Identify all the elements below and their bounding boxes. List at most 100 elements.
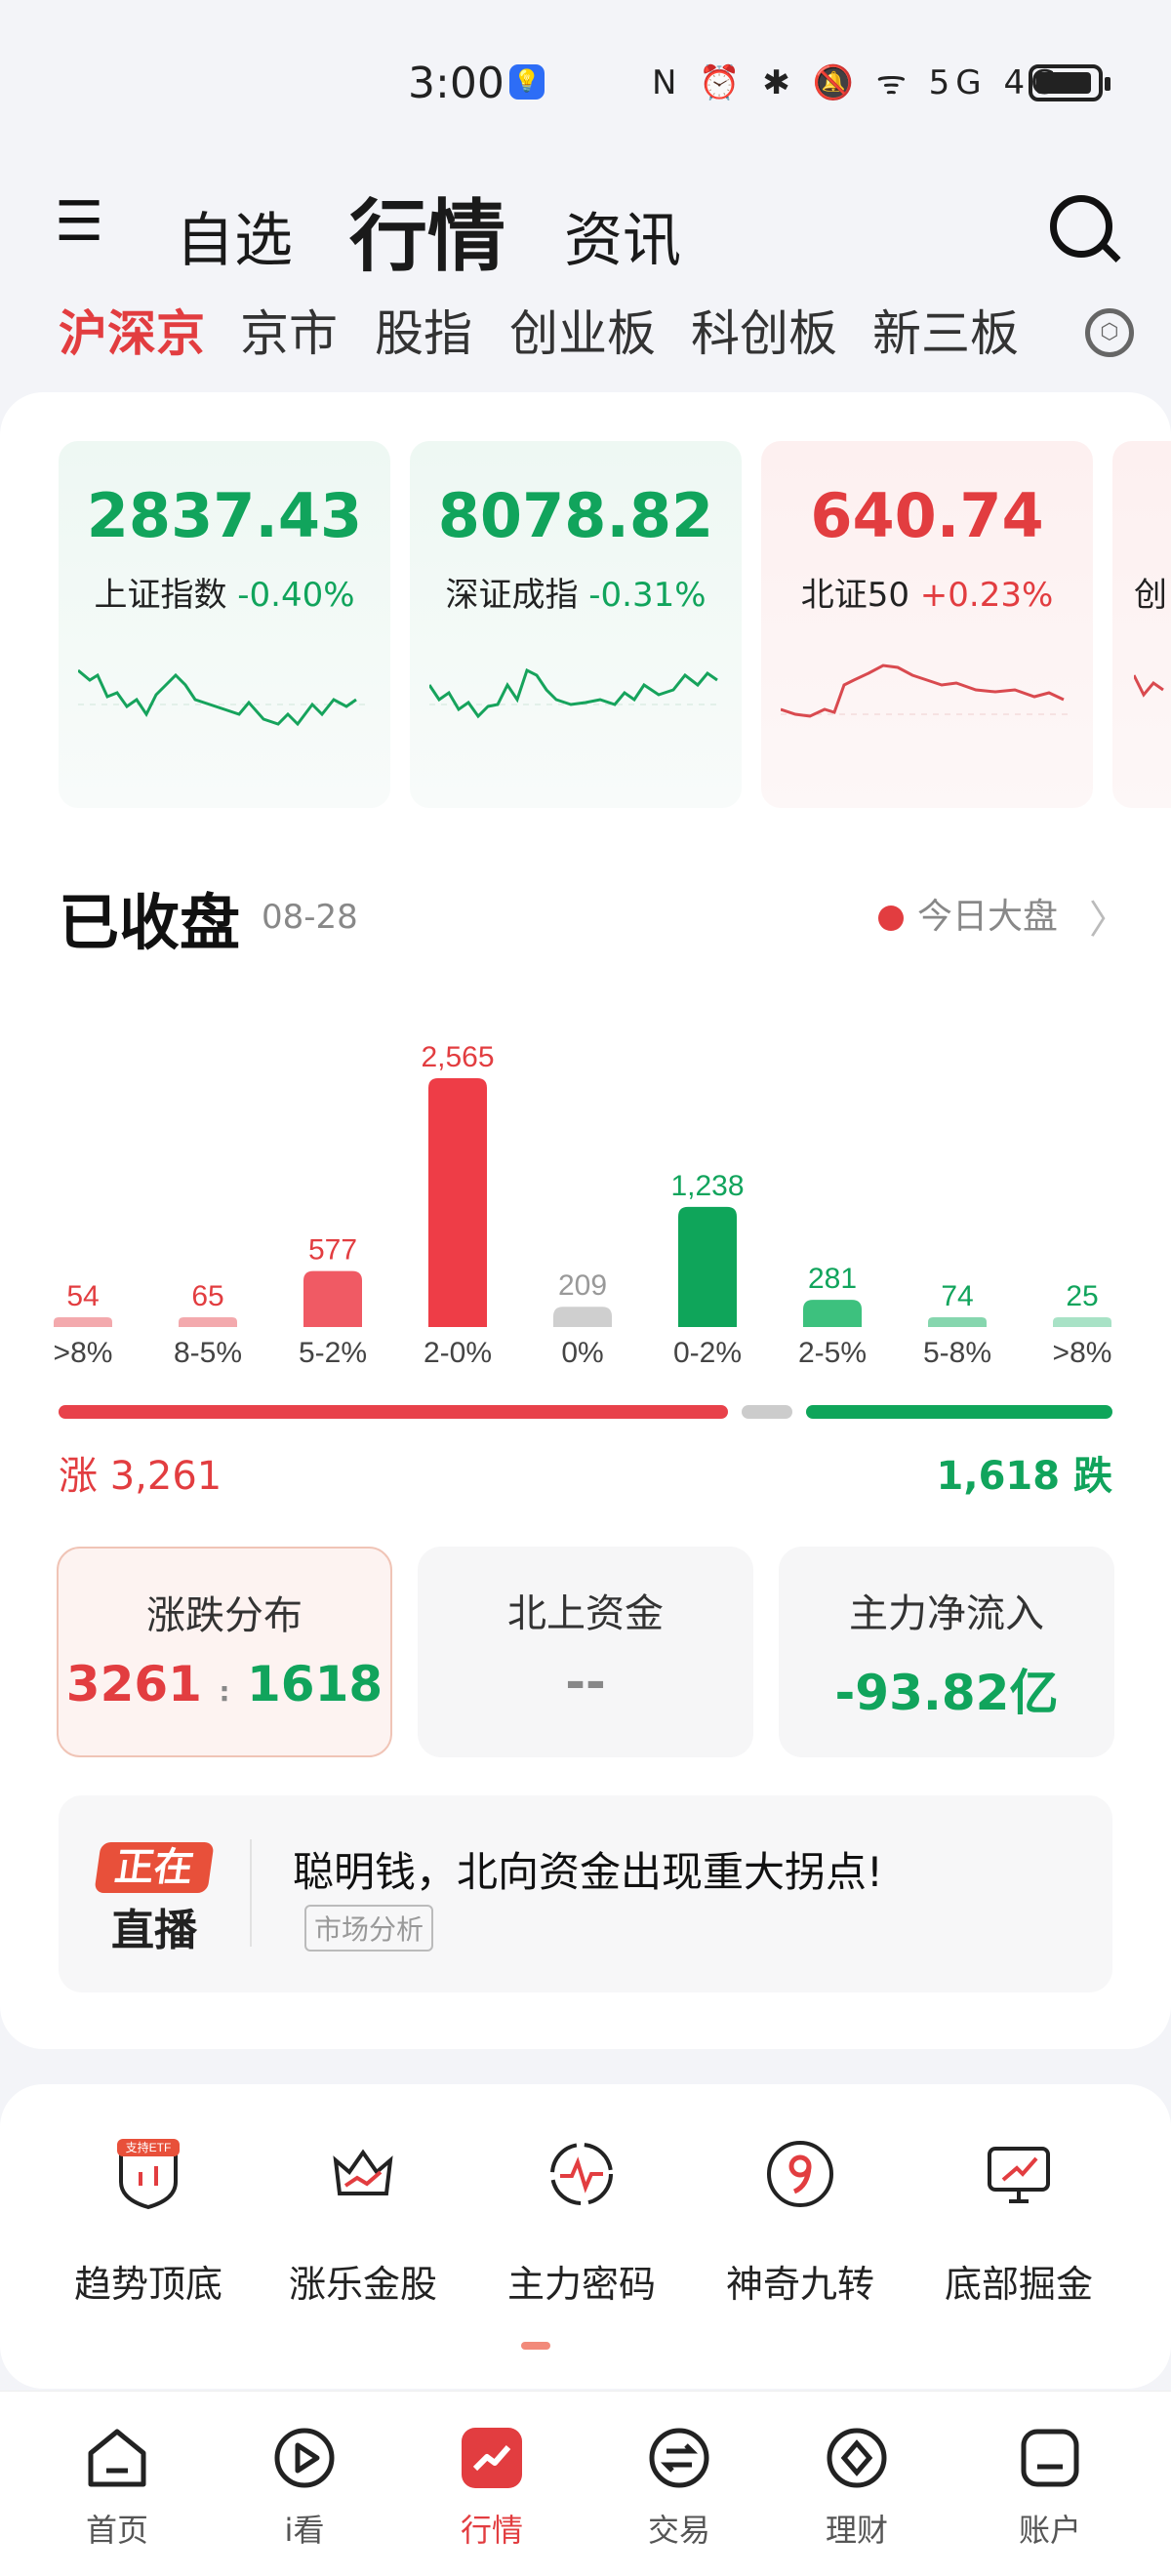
nav-trade[interactable]: 交易 [621, 2424, 738, 2551]
chart-value-label: 54 [66, 1280, 99, 1312]
market-tab-hsj[interactable]: 沪深京 [59, 295, 205, 365]
nav-finance[interactable]: 理财 [798, 2424, 915, 2551]
sparkline [429, 667, 722, 719]
tool-golden-stock[interactable]: 涨乐金股 [265, 2137, 461, 2308]
crown-chart-icon [333, 2149, 393, 2195]
stat-value: -- [565, 1654, 606, 1711]
stat-value: -93.82亿 [834, 1665, 1059, 1721]
chart-category-label: 5-8% [923, 1337, 991, 1369]
menu-icon[interactable]: ☰ [55, 195, 103, 254]
chart-value-label: 25 [1066, 1280, 1098, 1312]
index-change: -0.31% [588, 576, 707, 615]
chart-bar [179, 1317, 237, 1327]
play-circle-icon [274, 2428, 335, 2488]
chart-bar [1053, 1317, 1111, 1327]
chart-value-label: 1,238 [670, 1170, 744, 1202]
index-change: -0.40% [237, 576, 355, 615]
live-badge-top: 正在 [94, 1842, 215, 1893]
tool-label: 趋势顶底 [73, 2263, 222, 2306]
tool-bottom-dig[interactable]: 底部掘金 [921, 2137, 1116, 2308]
chart-bar [678, 1206, 737, 1327]
index-value: 2837.43 [86, 480, 363, 551]
live-dot-icon [878, 906, 904, 931]
index-name: 北证50 [800, 576, 909, 615]
chart-category-label: 5-2% [299, 1337, 367, 1369]
nav-label: 行情 [460, 2512, 523, 2549]
index-value: 8078.82 [437, 480, 714, 551]
pulse-circle-icon [550, 2143, 613, 2205]
bulb-icon: 💡 [509, 64, 545, 100]
market-chart-icon [462, 2428, 522, 2488]
market-tab-star[interactable]: 科创板 [691, 295, 837, 365]
settings-icon[interactable]: ⬡ [1085, 308, 1134, 357]
page-indicator [521, 2342, 550, 2350]
index-card-sh[interactable]: 2837.43 上证指数 -0.40% [59, 441, 390, 808]
stat-distribution[interactable]: 涨跌分布 3261 : 1618 [57, 1547, 392, 1757]
market-tab-index[interactable]: 股指 [375, 295, 472, 365]
nav-label: 首页 [85, 2512, 148, 2549]
trend-shield-icon: 支持ETF [117, 2139, 180, 2210]
chart-value-label: 2,565 [421, 1041, 494, 1073]
tool-nine-turn[interactable]: 神奇九转 [703, 2137, 898, 2308]
index-name: 创 [1134, 576, 1167, 615]
index-card-gem[interactable]: 创 [1112, 441, 1171, 808]
chart-category-label: >8% [1053, 1337, 1112, 1369]
sparkline [1134, 674, 1164, 698]
chart-category-label: 2-5% [798, 1337, 867, 1369]
divider [250, 1839, 252, 1947]
home-icon [88, 2429, 146, 2487]
nav-label: i看 [284, 2512, 325, 2549]
search-icon[interactable] [1050, 195, 1112, 258]
stat-main-inflow[interactable]: 主力净流入 -93.82亿 [779, 1547, 1114, 1757]
stat-title: 主力净流入 [849, 1591, 1044, 1636]
tab-market[interactable]: 行情 [349, 174, 505, 287]
tool-badge: 支持ETF [126, 2140, 172, 2154]
down-count: 1,618 跌 [936, 1454, 1112, 1499]
nav-market[interactable]: 行情 [433, 2424, 550, 2551]
index-card-sz[interactable]: 8078.82 深证成指 -0.31% [410, 441, 742, 808]
stat-sep: : [219, 1675, 230, 1708]
stat-title: 北上资金 [507, 1591, 664, 1636]
chevron-right-icon[interactable]: 〉 [1089, 888, 1128, 945]
sparkline [781, 664, 1073, 718]
index-name: 深证成指 [445, 576, 579, 615]
tab-watchlist[interactable]: 自选 [176, 193, 293, 278]
today-market-link[interactable]: 今日大盘 [878, 888, 1058, 939]
tab-news[interactable]: 资讯 [564, 193, 681, 278]
nav-ikan[interactable]: i看 [246, 2424, 363, 2551]
chart-value-label: 281 [808, 1263, 857, 1295]
tool-trend[interactable]: 支持ETF 趋势顶底 [51, 2137, 246, 2308]
today-market-label: 今日大盘 [917, 897, 1059, 937]
section-date: 08-28 [262, 898, 358, 937]
market-tab-neeq[interactable]: 新三板 [872, 295, 1019, 365]
chart-category-label: 0% [561, 1337, 603, 1369]
stat-title: 涨跌分布 [146, 1593, 303, 1638]
tool-main-code[interactable]: 主力密码 [484, 2137, 679, 2308]
nav-home[interactable]: 首页 [59, 2424, 176, 2551]
tool-label: 涨乐金股 [288, 2263, 437, 2306]
up-ratio-bar [59, 1405, 728, 1419]
chart-category-label: 8-5% [174, 1337, 242, 1369]
monitor-chart-icon [988, 2147, 1050, 2203]
live-title[interactable]: 聪明钱，北向资金出现重大拐点! [293, 1839, 883, 1899]
index-name: 上证指数 [94, 576, 227, 615]
battery-icon [1029, 64, 1110, 101]
tool-label: 底部掘金 [944, 2263, 1093, 2306]
chart-category-label: >8% [54, 1337, 113, 1369]
market-tab-gem[interactable]: 创业板 [509, 295, 656, 365]
index-value: 640.74 [810, 480, 1044, 551]
index-card-bj50[interactable]: 640.74 北证50 +0.23% [761, 441, 1093, 808]
nav-label: 交易 [647, 2512, 710, 2549]
nav-account[interactable]: 账户 [991, 2424, 1109, 2551]
nav-label: 账户 [1018, 2512, 1081, 2549]
diamond-icon [827, 2428, 887, 2488]
market-tab-bj[interactable]: 京市 [240, 295, 338, 365]
nav-label: 理财 [825, 2512, 888, 2549]
chart-bar [803, 1300, 862, 1327]
sparkline [78, 668, 371, 727]
up-count: 涨 3,261 [59, 1454, 222, 1499]
chart-value-label: 65 [191, 1280, 223, 1312]
stat-northbound[interactable]: 北上资金 -- [418, 1547, 753, 1757]
live-badge-bottom: 直播 [111, 1906, 197, 1955]
chart-bar [928, 1317, 987, 1327]
